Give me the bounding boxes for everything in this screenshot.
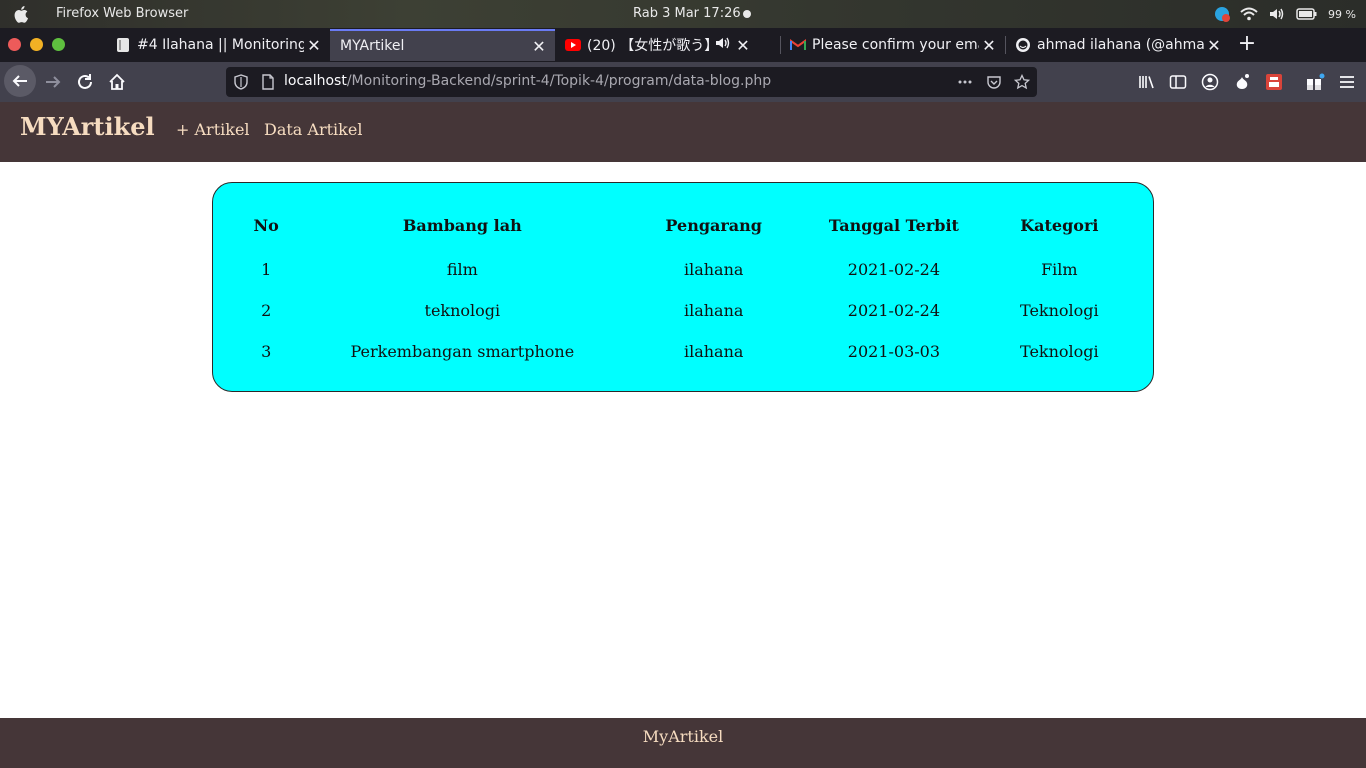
wifi-icon[interactable] <box>1240 6 1258 22</box>
cell-date: 2021-02-24 <box>847 260 941 279</box>
page-icon[interactable] <box>260 74 276 90</box>
cell-date: 2021-03-03 <box>847 342 941 361</box>
home-icon <box>109 73 125 90</box>
address-bar[interactable]: localhost/Monitoring-Backend/sprint-4/To… <box>226 67 1037 97</box>
tab-monitoring[interactable]: #4 Ilahana || Monitoring B ✕ <box>105 29 330 61</box>
cell-no: 3 <box>261 342 272 361</box>
table-header-row: No Bambang lah Pengarang Tanggal Terbit … <box>233 201 1133 249</box>
hamburger-menu-icon[interactable] <box>1337 72 1357 92</box>
forward-button[interactable] <box>38 67 68 97</box>
new-tab-button[interactable]: + <box>1234 32 1260 58</box>
back-button[interactable] <box>4 65 36 97</box>
cell-date: 2021-02-24 <box>847 301 941 320</box>
article-table: No Bambang lah Pengarang Tanggal Terbit … <box>233 201 1133 372</box>
column-header-category: Kategori <box>1020 215 1099 235</box>
library-icon[interactable] <box>1137 72 1157 92</box>
speaker-icon[interactable] <box>715 36 733 54</box>
window-maximize-button[interactable] <box>52 38 65 51</box>
tab-close-icon[interactable]: ✕ <box>304 36 324 55</box>
tab-github[interactable]: ahmad ilahana (@ahmad ✕ <box>1005 29 1230 61</box>
url-text: localhost/Monitoring-Backend/sprint-4/To… <box>284 73 771 89</box>
more-actions-icon[interactable] <box>957 74 973 90</box>
account-icon[interactable] <box>1200 72 1220 92</box>
cell-author: ilahana <box>683 342 744 361</box>
url-host: localhost <box>284 73 347 89</box>
table-row: 2 teknologi ilahana 2021-02-24 Teknologi <box>233 290 1133 331</box>
site-header: MYArtikel + Artikel Data Artikel <box>0 102 1366 162</box>
tab-title: Please confirm your ema <box>812 37 979 53</box>
column-header-no: No <box>253 215 279 235</box>
gnome-extension-icon[interactable] <box>1232 72 1252 92</box>
clock-label[interactable]: Rab 3 Mar 17:26 <box>633 6 741 21</box>
tab-close-icon[interactable]: ✕ <box>979 36 999 55</box>
cell-category: Teknologi <box>1020 342 1099 361</box>
volume-icon[interactable] <box>1268 6 1286 22</box>
tab-title: MYArtikel <box>340 38 405 54</box>
cell-no: 2 <box>261 301 272 320</box>
arrow-right-icon <box>46 76 61 88</box>
sidebar-icon[interactable] <box>1168 72 1188 92</box>
cell-title: film <box>446 260 478 279</box>
site-footer: MyArtikel <box>0 718 1366 768</box>
reload-icon <box>78 74 92 89</box>
battery-percent: 99 % <box>1328 7 1356 21</box>
cell-title: Perkembangan smartphone <box>350 342 575 361</box>
table-row: 1 film ilahana 2021-02-24 Film <box>233 249 1133 290</box>
cell-author: ilahana <box>683 260 744 279</box>
tab-title: (20) 【女性が歌う】幸 <box>587 38 715 54</box>
document-icon <box>115 37 131 53</box>
cell-author: ilahana <box>683 301 744 320</box>
tab-title: ahmad ilahana (@ahmad <box>1037 37 1204 53</box>
table-row: 3 Perkembangan smartphone ilahana 2021-0… <box>233 331 1133 372</box>
cell-no: 1 <box>261 260 272 279</box>
tab-gmail[interactable]: Please confirm your ema ✕ <box>780 29 1005 61</box>
tab-close-icon[interactable]: ✕ <box>733 36 753 55</box>
telegram-badge-icon[interactable] <box>1214 6 1231 22</box>
url-path: /Monitoring-Backend/sprint-4/Topik-4/pro… <box>346 73 772 89</box>
system-tray: 99 % <box>1214 5 1356 23</box>
youtube-icon <box>565 37 581 53</box>
site-brand[interactable]: MYArtikel <box>20 112 155 141</box>
column-header-date: Tanggal Terbit <box>828 215 959 235</box>
column-header-author: Pengarang <box>665 215 762 235</box>
window-minimize-button[interactable] <box>30 38 43 51</box>
tab-close-icon[interactable]: ✕ <box>1204 36 1224 55</box>
cell-category: Teknologi <box>1020 301 1099 320</box>
add-article-link[interactable]: + Artikel <box>176 120 250 139</box>
arrow-left-icon <box>12 75 27 87</box>
extensions-icon[interactable] <box>1305 72 1325 92</box>
shield-icon[interactable] <box>233 74 249 90</box>
tab-youtube[interactable]: (20) 【女性が歌う】幸 ✕ <box>555 29 780 61</box>
cell-category: Film <box>1041 260 1078 279</box>
github-icon <box>1015 37 1031 53</box>
tab-title: #4 Ilahana || Monitoring B <box>137 37 304 53</box>
window-close-button[interactable] <box>8 38 21 51</box>
reload-button[interactable] <box>70 67 100 97</box>
tab-myartikel[interactable]: MYArtikel ✕ <box>330 29 555 61</box>
bookmark-star-icon[interactable] <box>1014 74 1030 90</box>
app-name-label[interactable]: Firefox Web Browser <box>56 6 188 21</box>
apple-icon[interactable] <box>13 4 31 24</box>
os-top-bar: Firefox Web Browser Rab 3 Mar 17:26 99 % <box>0 0 1366 28</box>
tab-close-icon[interactable]: ✕ <box>529 37 549 56</box>
gmail-icon <box>790 37 806 53</box>
article-table-card: No Bambang lah Pengarang Tanggal Terbit … <box>212 182 1154 392</box>
notification-dot-icon <box>743 10 751 18</box>
data-article-link[interactable]: Data Artikel <box>264 120 362 139</box>
cell-title: teknologi <box>424 301 501 320</box>
battery-icon[interactable] <box>1296 6 1318 22</box>
pocket-icon[interactable] <box>986 74 1002 90</box>
column-header-title: Bambang lah <box>402 215 522 235</box>
home-button[interactable] <box>102 67 132 97</box>
translate-extension-icon[interactable] <box>1264 72 1284 92</box>
